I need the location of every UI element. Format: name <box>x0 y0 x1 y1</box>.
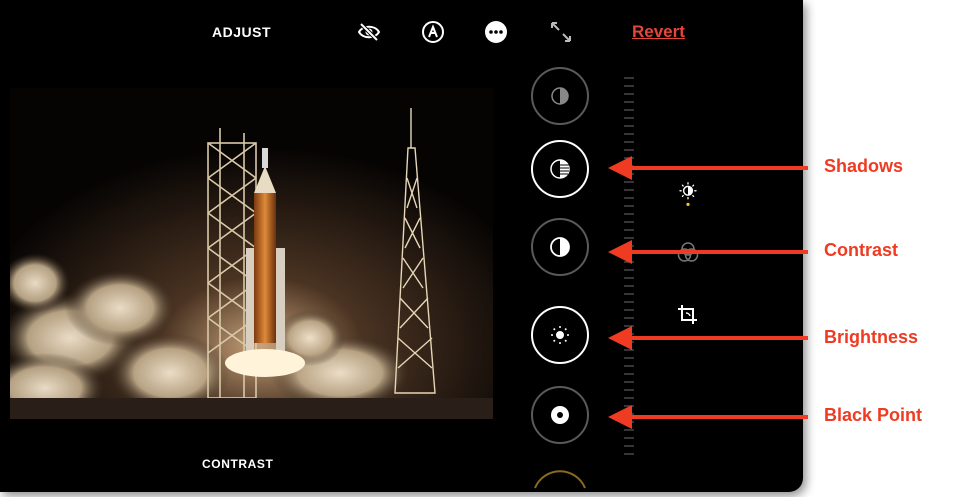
markup-icon[interactable] <box>421 20 445 44</box>
brightness-dial[interactable] <box>531 306 589 364</box>
photo-preview <box>10 88 493 419</box>
adjustment-name: CONTRAST <box>202 457 274 471</box>
adjustment-slider[interactable] <box>618 74 638 464</box>
active-indicator-dot <box>686 202 690 206</box>
annotation-black-point: Black Point <box>824 405 923 425</box>
revert-button[interactable]: Revert <box>632 22 685 42</box>
mode-title: ADJUST <box>212 24 272 40</box>
contrast-dial[interactable] <box>531 218 589 276</box>
annotation-shadows: Shadows <box>824 156 904 176</box>
expand-icon[interactable] <box>549 20 573 44</box>
brightness-icon <box>551 326 569 344</box>
black-point-dial[interactable] <box>531 386 589 444</box>
annotation-contrast: Contrast <box>824 240 899 260</box>
highlights-dial[interactable] <box>531 67 589 125</box>
adjust-icon[interactable] <box>677 182 699 206</box>
contrast-icon <box>550 237 570 257</box>
photos-edit-window: ADJUST Revert CONTRAST <box>0 0 803 492</box>
highlights-icon <box>551 87 569 105</box>
shadows-dial[interactable] <box>531 140 589 198</box>
more-icon[interactable] <box>484 20 508 44</box>
edit-toolbar: ADJUST Revert <box>0 0 803 62</box>
annotation-brightness: Brightness <box>824 327 919 347</box>
filters-icon[interactable] <box>677 241 699 265</box>
black-point-icon <box>551 406 569 424</box>
shadows-icon <box>550 159 570 179</box>
saturation-dial[interactable] <box>531 462 589 492</box>
hide-icon[interactable] <box>357 20 381 44</box>
crop-icon[interactable] <box>677 303 699 327</box>
